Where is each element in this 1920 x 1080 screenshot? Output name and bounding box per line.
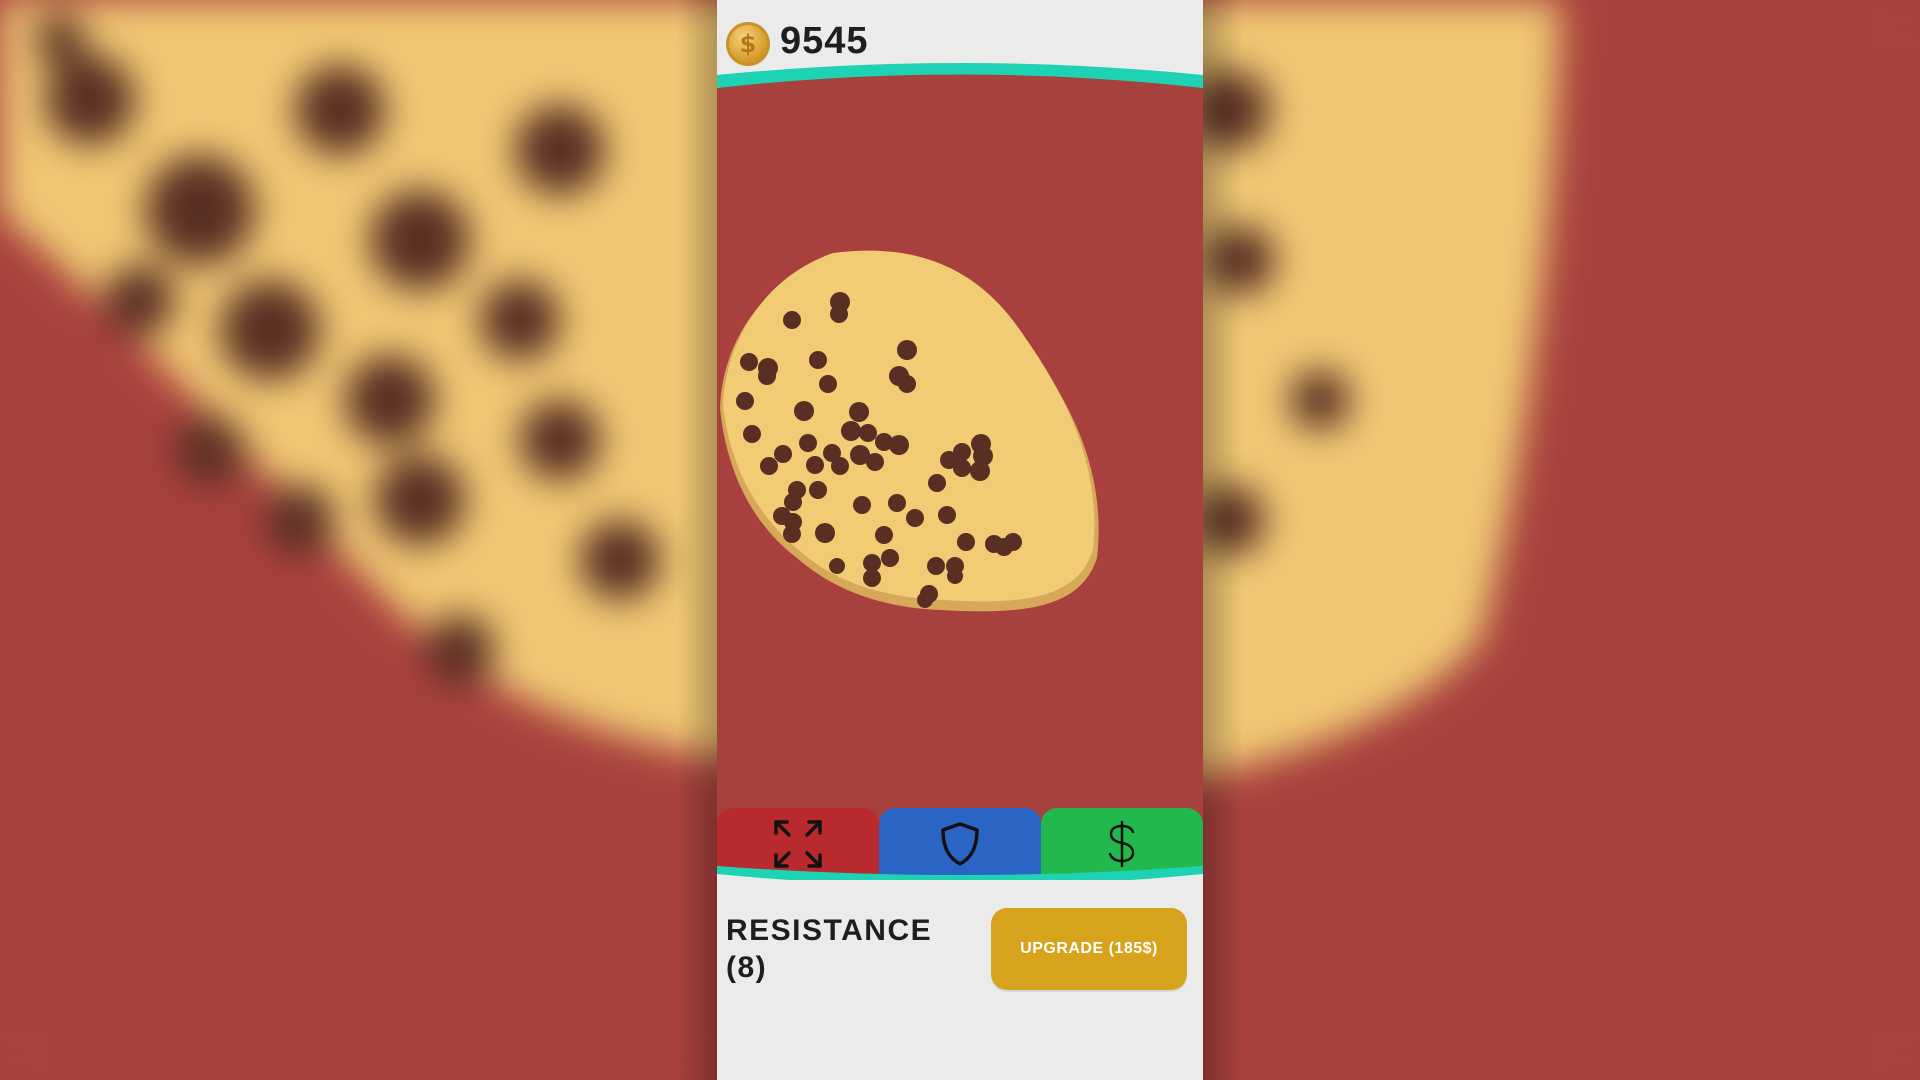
cookie-scene[interactable] (717, 88, 1203, 808)
cookie[interactable] (723, 250, 1095, 602)
left-shadow (677, 0, 717, 1080)
stat-label: RESISTANCE (8) (726, 912, 966, 986)
stat-level: (8) (726, 951, 768, 984)
upgrade-button[interactable]: UPGRADE (185$) (991, 908, 1187, 990)
top-bar-accent (717, 63, 1203, 95)
game-scene[interactable] (717, 88, 1203, 808)
upgrade-panel: RESISTANCE (8) UPGRADE (185$) (717, 880, 1203, 1080)
stat-name: RESISTANCE (726, 914, 933, 947)
game-viewport: $ 9545 RESISTANCE (8) UPGRADE (185$) (717, 0, 1203, 1080)
right-shadow (1203, 0, 1243, 1080)
